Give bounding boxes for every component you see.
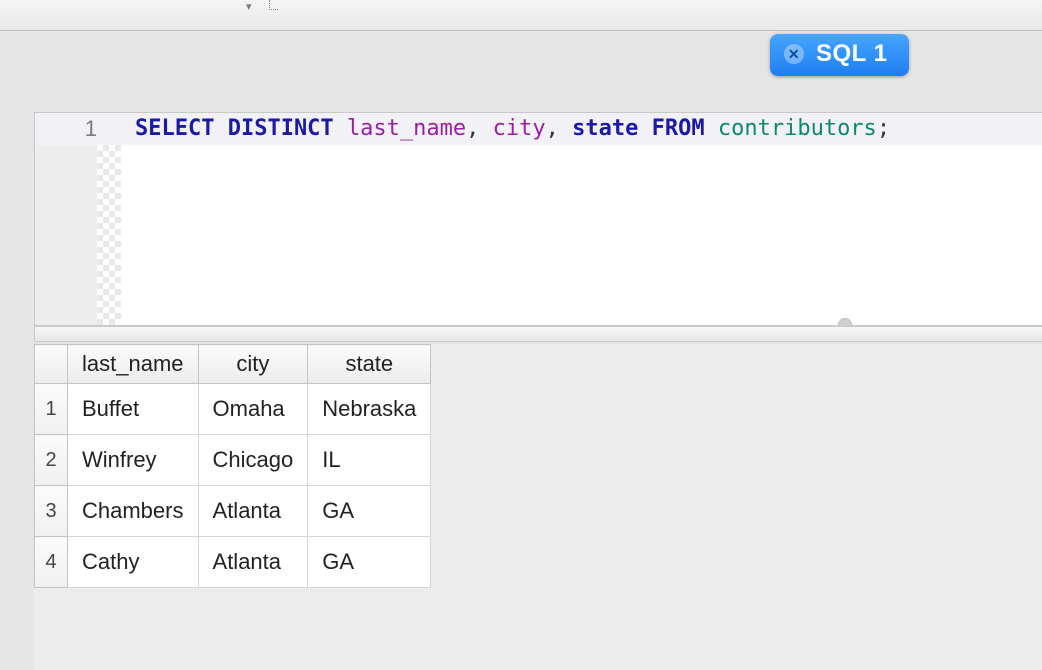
token-identifier: last_name xyxy=(347,116,466,141)
column-header[interactable]: last_name xyxy=(68,345,199,384)
token-comma: , xyxy=(466,116,479,141)
table-row[interactable]: 1 Buffet Omaha Nebraska xyxy=(35,384,431,435)
results-table[interactable]: last_name city state 1 Buffet Omaha Nebr… xyxy=(34,344,431,588)
close-tab-icon[interactable]: ✕ xyxy=(784,44,804,64)
editor-body[interactable] xyxy=(121,145,1042,325)
cell[interactable]: Atlanta xyxy=(198,486,308,537)
toolbar: ▾ xyxy=(0,0,1042,31)
cell[interactable]: IL xyxy=(308,435,431,486)
token-keyword: state xyxy=(572,116,638,141)
cell[interactable]: GA xyxy=(308,486,431,537)
cell[interactable]: Chambers xyxy=(68,486,199,537)
line-number-gutter xyxy=(35,145,97,325)
tab-label: SQL 1 xyxy=(816,40,887,68)
token-keyword: SELECT DISTINCT xyxy=(135,116,334,141)
splitter[interactable] xyxy=(34,326,1042,342)
token-identifier: city xyxy=(493,116,546,141)
token-keyword: FROM xyxy=(652,116,705,141)
cell[interactable]: GA xyxy=(308,537,431,588)
token-comma: , xyxy=(546,116,559,141)
line-number: 1 xyxy=(35,113,105,145)
token-table: contributors xyxy=(718,116,877,141)
toolbar-caret-icon: ▾ xyxy=(246,0,252,13)
cell[interactable]: Nebraska xyxy=(308,384,431,435)
code-line-1[interactable]: SELECT DISTINCT last_name, city, state F… xyxy=(129,113,1042,145)
cell[interactable]: Winfrey xyxy=(68,435,199,486)
cell[interactable]: Atlanta xyxy=(198,537,308,588)
margin-gutter xyxy=(97,145,121,325)
cell[interactable]: Chicago xyxy=(198,435,308,486)
row-number: 4 xyxy=(35,537,68,588)
toolbar-notch-icon xyxy=(269,0,278,10)
fold-gutter xyxy=(105,113,129,145)
row-number: 1 xyxy=(35,384,68,435)
tab-sql-1[interactable]: ✕ SQL 1 xyxy=(770,34,909,76)
row-number-header xyxy=(35,345,68,384)
table-row[interactable]: 3 Chambers Atlanta GA xyxy=(35,486,431,537)
cell[interactable]: Omaha xyxy=(198,384,308,435)
table-row[interactable]: 4 Cathy Atlanta GA xyxy=(35,537,431,588)
sql-editor[interactable]: 1 SELECT DISTINCT last_name, city, state… xyxy=(34,112,1042,326)
table-row[interactable]: 2 Winfrey Chicago IL xyxy=(35,435,431,486)
tab-bar: ✕ SQL 1 xyxy=(770,34,909,76)
column-header[interactable]: state xyxy=(308,345,431,384)
column-header[interactable]: city xyxy=(198,345,308,384)
table-header-row: last_name city state xyxy=(35,345,431,384)
row-number: 2 xyxy=(35,435,68,486)
cell[interactable]: Buffet xyxy=(68,384,199,435)
results-pane: last_name city state 1 Buffet Omaha Nebr… xyxy=(34,344,1042,670)
row-number: 3 xyxy=(35,486,68,537)
token-semicolon: ; xyxy=(877,116,890,141)
cell[interactable]: Cathy xyxy=(68,537,199,588)
